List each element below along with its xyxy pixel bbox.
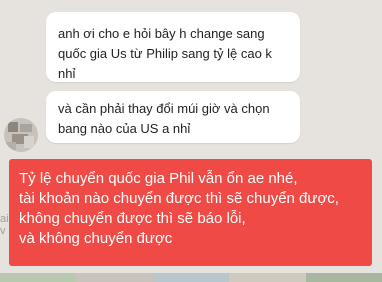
avatar-pixel bbox=[20, 124, 32, 132]
message-2-line-2: bang nào của US a nhỉ bbox=[58, 121, 191, 136]
reply-note-line-2: tài khoản nào chuyển được thì sẽ chuyển … bbox=[19, 190, 339, 207]
message-bubble-1[interactable]: anh ơi cho e hỏi bây h change sang quốc … bbox=[46, 12, 300, 82]
message-1-line-2: quốc gia Us từ Philip sang tỷ lệ cao k bbox=[58, 46, 272, 61]
bottom-color-strip bbox=[0, 273, 382, 282]
reply-note: Tỷ lệ chuyển quốc gia Phil vẫn ổn ae nhé… bbox=[9, 159, 372, 266]
avatar-pixel bbox=[6, 142, 16, 150]
strip-cell bbox=[0, 273, 77, 282]
message-2-line-1: và cần phải thay đổi múi giờ và chọn bbox=[58, 101, 270, 116]
strip-cell bbox=[76, 273, 153, 282]
sender-avatar[interactable] bbox=[4, 118, 38, 152]
message-bubble-2[interactable]: và cần phải thay đổi múi giờ và chọn ban… bbox=[46, 91, 300, 143]
strip-cell bbox=[305, 273, 382, 282]
strip-cell bbox=[152, 273, 230, 282]
message-1-line-1: anh ơi cho e hỏi bây h change sang bbox=[58, 26, 265, 41]
reply-note-line-4: và không chuyển được bbox=[19, 230, 173, 247]
avatar-pixel bbox=[24, 136, 34, 148]
reply-note-line-3: không chuyển được thì sẽ báo lỗi, bbox=[19, 210, 246, 227]
reply-note-line-1: Tỷ lệ chuyển quốc gia Phil vẫn ổn ae nhé… bbox=[19, 170, 298, 187]
message-1-line-3: nhỉ bbox=[58, 66, 76, 81]
strip-cell bbox=[229, 273, 306, 282]
avatar-pixel bbox=[8, 122, 18, 132]
